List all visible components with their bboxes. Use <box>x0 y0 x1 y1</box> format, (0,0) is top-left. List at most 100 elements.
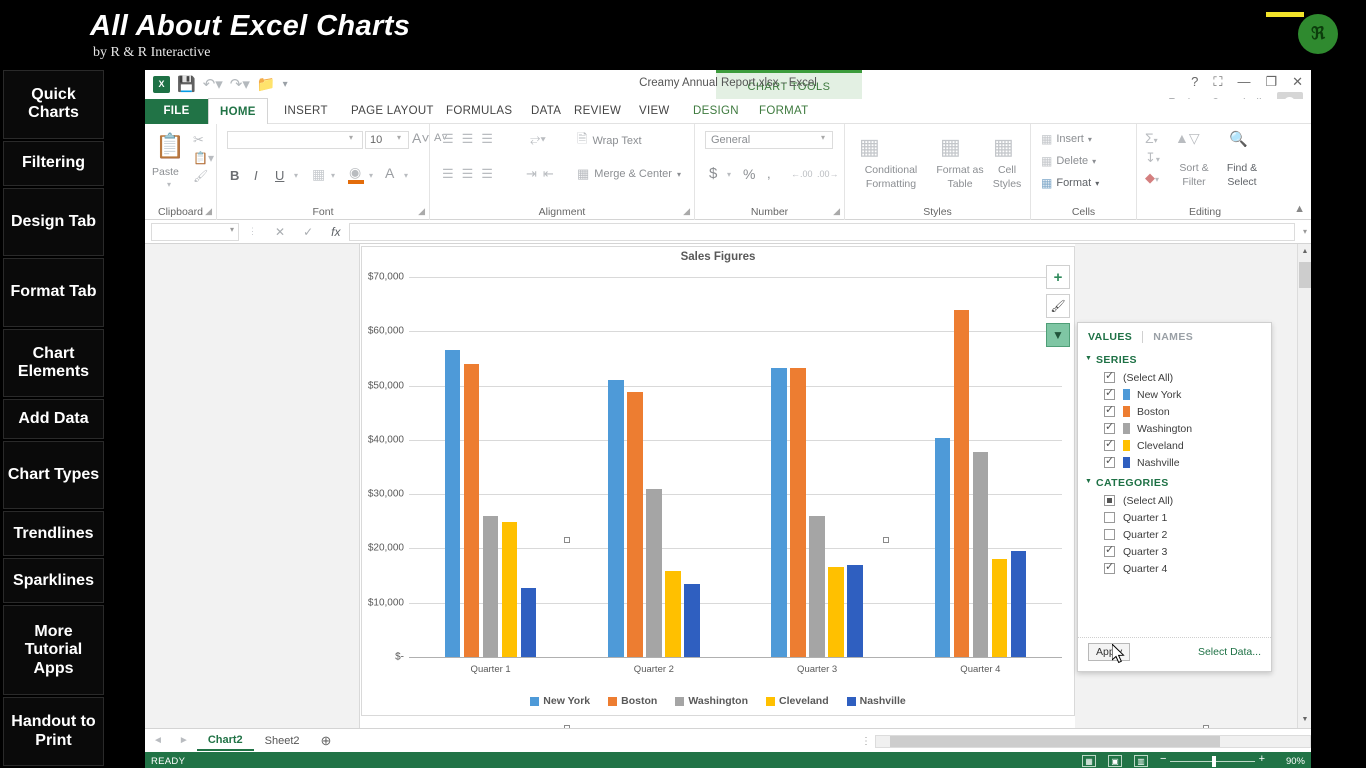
clear-icon[interactable]: ◆▾ <box>1145 170 1159 186</box>
insert-function-icon[interactable]: fx <box>331 225 340 239</box>
sidebar-item-sparklines[interactable]: Sparklines <box>3 558 104 604</box>
vertical-scroll-thumb[interactable] <box>1299 262 1311 288</box>
category-filter-row[interactable]: (Select All) <box>1078 492 1271 509</box>
chart-title[interactable]: Sales Figures <box>362 251 1074 263</box>
sidebar-item-chart-types[interactable]: Chart Types <box>3 440 104 510</box>
chart-bar[interactable] <box>972 452 989 657</box>
currency-icon[interactable]: $ <box>709 165 717 182</box>
chart-plot-area[interactable]: $- $10,000 $20,000 $30,000 $40,000 $50,000 $60… <box>368 272 1062 675</box>
number-format-chevron-down-icon[interactable]: ▾ <box>821 133 825 142</box>
copy-icon[interactable]: 📋▾ <box>193 151 214 165</box>
chart-filters-pane[interactable]: VALUES NAMES ▼ SERIES (Select All) New Yo… <box>1077 322 1272 672</box>
series-filter-row[interactable]: Nashville <box>1078 454 1271 471</box>
orientation-icon[interactable]: ⥂▾ <box>530 131 546 147</box>
format-as-table-icon[interactable]: ▦ <box>940 134 961 160</box>
fill-color-icon[interactable]: ◉ <box>349 164 361 181</box>
paste-icon[interactable]: 📋 <box>155 132 185 161</box>
increase-decimal-icon[interactable]: ←.00 <box>791 169 813 179</box>
selection-handle[interactable] <box>883 537 889 543</box>
chart-elements-button[interactable]: + <box>1046 265 1070 289</box>
font-name-chevron-down-icon[interactable]: ▾ <box>349 133 353 142</box>
category-filter-row[interactable]: Quarter 2 <box>1078 526 1271 543</box>
autosum-icon[interactable]: Σ▾ <box>1145 130 1158 146</box>
decrease-decimal-icon[interactable]: .00→ <box>817 169 839 179</box>
font-color-chevron-down-icon[interactable]: ▾ <box>404 171 408 180</box>
format-painter-icon[interactable]: 🖌 <box>193 169 208 183</box>
checkbox[interactable] <box>1104 560 1115 574</box>
normal-view-icon[interactable]: ▦ <box>1082 755 1096 767</box>
formula-input[interactable] <box>349 222 1295 241</box>
checkbox[interactable] <box>1104 543 1115 557</box>
chart-bar[interactable] <box>828 567 844 657</box>
conditional-formatting-label[interactable]: Conditional Formatting <box>847 164 935 191</box>
enter-formula-icon[interactable]: ✓ <box>303 225 313 239</box>
sidebar-item-add-data[interactable]: Add Data <box>3 399 104 439</box>
fill-color-swatch[interactable] <box>348 180 364 184</box>
ribbon-tab-view[interactable]: VIEW <box>628 99 681 124</box>
chart-bar[interactable] <box>684 583 700 657</box>
category-filter-row[interactable]: Quarter 1 <box>1078 509 1271 526</box>
legend-item[interactable]: New York <box>530 695 590 707</box>
chart-bar[interactable] <box>771 367 787 657</box>
chart-styles-button[interactable]: 🖌 <box>1046 294 1070 318</box>
align-left-icon[interactable]: ☰☰☰ <box>442 166 501 182</box>
chart-bar[interactable] <box>934 438 951 657</box>
ribbon-tab-page-layout[interactable]: PAGE LAYOUT <box>340 99 445 124</box>
expand-formula-bar-icon[interactable]: ▾ <box>1303 227 1307 236</box>
checkbox[interactable] <box>1104 386 1115 400</box>
fill-color-chevron-down-icon[interactable]: ▾ <box>369 171 373 180</box>
find-select-icon[interactable]: 🔍 <box>1229 130 1248 148</box>
minimize-icon[interactable]: — <box>1237 74 1250 90</box>
selection-handle[interactable] <box>564 537 570 543</box>
split-handle[interactable]: ⋮ <box>861 736 871 747</box>
chart-bar[interactable] <box>953 309 970 657</box>
number-format-select[interactable]: General <box>705 131 833 149</box>
chart-bar[interactable] <box>790 367 806 657</box>
bold-icon[interactable]: B <box>230 168 239 183</box>
restore-icon[interactable]: ❐ <box>1265 74 1277 90</box>
category-filter-row[interactable]: Quarter 3 <box>1078 543 1271 560</box>
checkbox[interactable] <box>1104 454 1115 468</box>
checkbox[interactable] <box>1104 369 1115 383</box>
series-filter-row[interactable]: Washington <box>1078 420 1271 437</box>
sidebar-item-chart-elements[interactable]: Chart Elements <box>3 328 104 398</box>
cut-icon[interactable]: ✂ <box>193 132 204 148</box>
format-cells-button[interactable]: ▦ Format ▾ <box>1041 176 1099 190</box>
tab-values[interactable]: VALUES <box>1088 331 1144 343</box>
legend-item[interactable]: Nashville <box>846 695 906 707</box>
checkbox[interactable] <box>1104 403 1115 417</box>
page-layout-view-icon[interactable]: ▣ <box>1108 755 1122 767</box>
checkbox[interactable] <box>1104 495 1115 506</box>
scroll-down-icon[interactable]: ▼ <box>1298 712 1311 728</box>
checkbox[interactable] <box>1104 420 1115 434</box>
page-break-view-icon[interactable]: ▥ <box>1134 755 1148 767</box>
delete-cells-button[interactable]: ▦ Delete ▾ <box>1041 154 1096 168</box>
sidebar-item-more-tutorial-apps[interactable]: More Tutorial Apps <box>3 605 104 696</box>
chart-bar[interactable] <box>463 363 480 657</box>
underline-icon[interactable]: U <box>275 168 284 183</box>
checkbox[interactable] <box>1104 529 1115 540</box>
ribbon-tab-file[interactable]: FILE <box>145 99 208 124</box>
font-size-chevron-down-icon[interactable]: ▾ <box>397 133 401 142</box>
cell-styles-icon[interactable]: ▦ <box>993 134 1014 160</box>
sidebar-item-design-tab[interactable]: Design Tab <box>3 187 104 257</box>
paste-label[interactable]: Paste <box>152 166 179 178</box>
fill-icon[interactable]: ↧▾ <box>1145 150 1160 166</box>
scroll-up-icon[interactable]: ▲ <box>1298 244 1311 260</box>
alignment-dialog-launcher[interactable]: ◢ <box>683 206 690 217</box>
next-sheet-icon[interactable]: ► <box>171 735 197 746</box>
wrap-text-button[interactable]: 🗎 Wrap Text <box>577 130 642 152</box>
chart-bar[interactable] <box>608 380 624 657</box>
series-filter-row[interactable]: Boston <box>1078 403 1271 420</box>
ribbon-tab-review[interactable]: REVIEW <box>563 99 632 124</box>
underline-chevron-down-icon[interactable]: ▾ <box>294 171 298 180</box>
chart-bar[interactable] <box>482 515 499 657</box>
font-size-input[interactable]: 10 <box>365 131 409 149</box>
chart-bar[interactable] <box>444 350 461 657</box>
font-name-input[interactable] <box>227 131 363 149</box>
sidebar-item-format-tab[interactable]: Format Tab <box>3 258 104 327</box>
comma-style-icon[interactable]: , <box>767 166 771 181</box>
sidebar-item-trendlines[interactable]: Trendlines <box>3 511 104 557</box>
chart-bar[interactable] <box>809 515 825 657</box>
format-as-table-label[interactable]: Format as Table <box>929 164 991 191</box>
